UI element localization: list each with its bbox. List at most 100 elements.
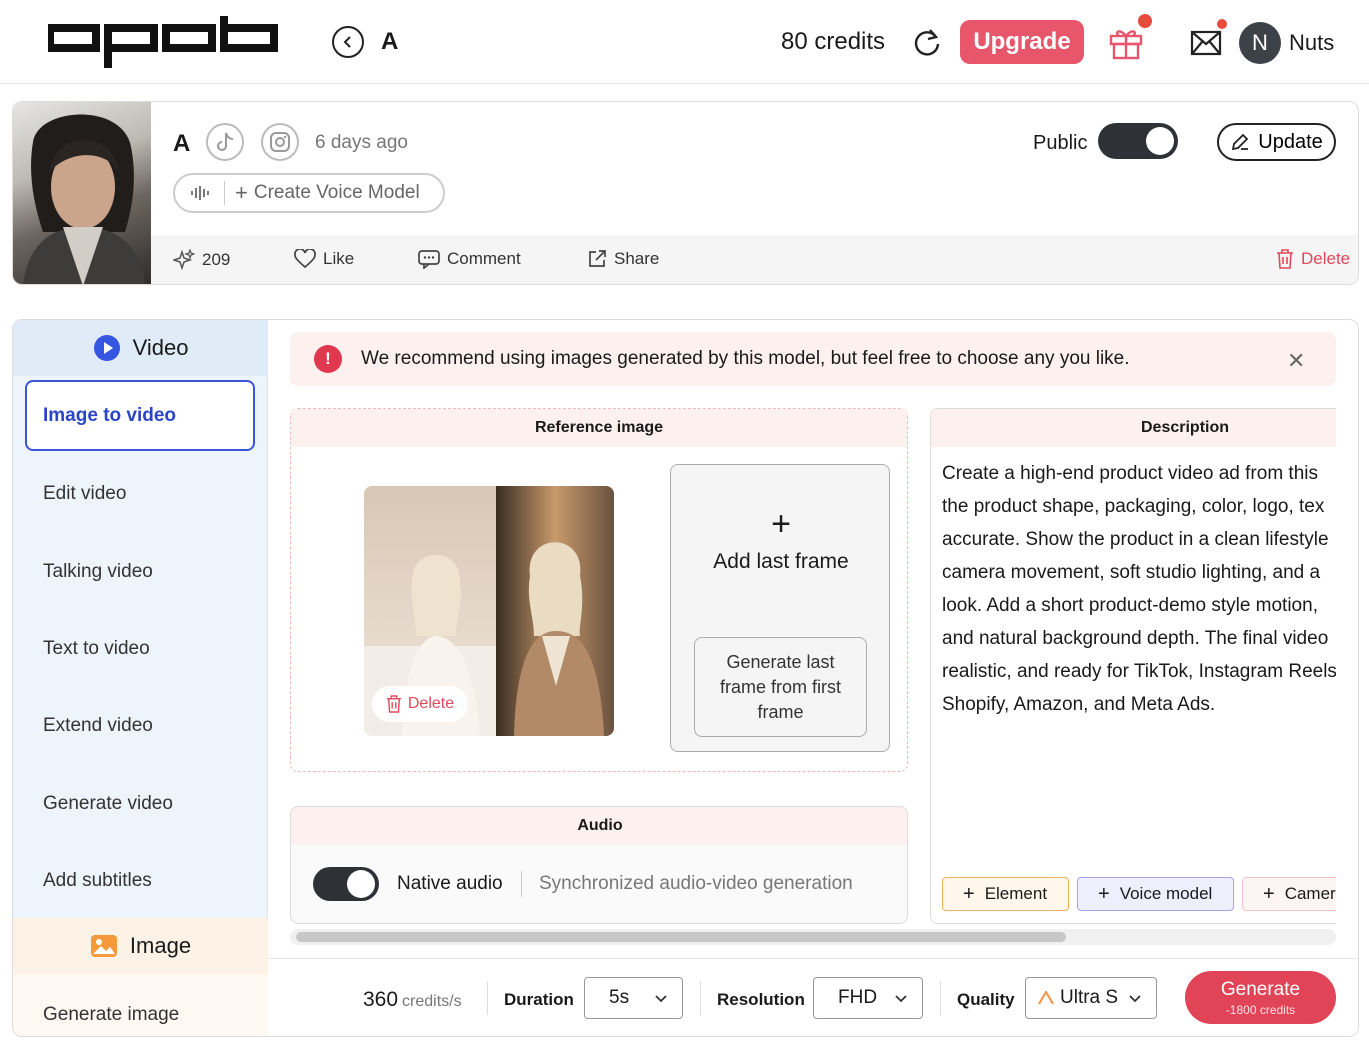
- sidebar-item-generate-video[interactable]: Generate video: [43, 793, 173, 815]
- instagram-icon: [270, 132, 290, 152]
- description-line: Shopify, Amazon, and Meta Ads.: [942, 694, 1216, 715]
- horizontal-scrollbar[interactable]: [290, 929, 1336, 945]
- app-logo[interactable]: [48, 14, 280, 70]
- page-title: A: [381, 28, 399, 55]
- element-chip[interactable]: + Element: [942, 877, 1069, 911]
- plus-icon: +: [771, 505, 791, 543]
- comment-button[interactable]: Comment: [418, 249, 521, 269]
- description-line: the product shape, packaging, color, log…: [942, 496, 1325, 517]
- sidebar-item-edit-video[interactable]: Edit video: [43, 483, 126, 505]
- description-panel: Description Create a high-end product vi…: [930, 408, 1336, 924]
- description-line: camera movement, soft studio lighting, a…: [942, 562, 1321, 583]
- generation-count: 209: [173, 249, 230, 271]
- camera-chip-label: Camera: [1284, 884, 1336, 903]
- pencil-icon: [1232, 133, 1249, 151]
- divider: [700, 981, 701, 1015]
- quality-value: Ultra S: [1060, 987, 1119, 1008]
- close-icon[interactable]: ✕: [1287, 348, 1305, 374]
- sidebar-item-text-to-video[interactable]: Text to video: [43, 638, 150, 660]
- mail-notification-dot: [1217, 19, 1227, 29]
- heart-icon: [294, 249, 316, 269]
- quality-select[interactable]: Ultra S: [1025, 977, 1157, 1019]
- description-line: realistic, and ready for TikTok, Instagr…: [942, 661, 1336, 682]
- native-audio-label: Native audio: [397, 873, 503, 894]
- add-last-frame-box[interactable]: + Add last frame Generate last frame fro…: [670, 464, 890, 752]
- reference-image-thumbnail[interactable]: Delete: [364, 486, 614, 736]
- reference-delete-button[interactable]: Delete: [372, 686, 468, 722]
- update-label: Update: [1258, 130, 1323, 153]
- created-time: 6 days ago: [315, 132, 408, 153]
- sidebar-item-talking-video[interactable]: Talking video: [43, 561, 153, 583]
- model-profile-card: A 6 days ago +Create Voice Model Public: [12, 101, 1359, 285]
- share-icon: [589, 250, 606, 267]
- camera-chip[interactable]: + Camera: [1242, 877, 1336, 911]
- refresh-icon[interactable]: [912, 27, 942, 57]
- video-play-icon: [93, 335, 120, 361]
- tiktok-link[interactable]: [206, 123, 244, 161]
- model-name: A: [173, 130, 191, 157]
- video-heading-label: Video: [132, 335, 189, 360]
- like-button[interactable]: Like: [294, 249, 354, 269]
- chevron-down-icon: [1129, 995, 1141, 1003]
- description-line: accurate. Show the product in a clean li…: [942, 529, 1329, 550]
- like-label: Like: [323, 249, 355, 268]
- description-heading: Description: [931, 409, 1336, 447]
- generate-button[interactable]: Generate -1800 credits: [1185, 971, 1336, 1024]
- share-button[interactable]: Share: [587, 249, 659, 269]
- generate-last-frame-button[interactable]: Generate last frame from first frame: [694, 637, 867, 737]
- chevron-left-icon: [343, 36, 351, 48]
- video-section-heading: Video: [13, 320, 268, 376]
- voice-model-chip[interactable]: + Voice model: [1077, 877, 1234, 911]
- gift-notification-dot: [1138, 14, 1152, 28]
- sidebar-item-add-subtitles[interactable]: Add subtitles: [43, 870, 152, 892]
- sidebar-item-image-to-video[interactable]: Image to video: [25, 380, 255, 451]
- trash-icon: [1277, 249, 1293, 269]
- audio-divider: [521, 871, 522, 897]
- public-toggle[interactable]: [1098, 123, 1178, 159]
- user-avatar[interactable]: N: [1239, 22, 1281, 64]
- divider: [487, 981, 488, 1015]
- voice-model-chip-label: Voice model: [1119, 884, 1213, 903]
- scrollbar-thumb[interactable]: [296, 932, 1066, 942]
- description-line: and natural background depth. The final …: [942, 628, 1329, 649]
- delete-label: Delete: [1301, 249, 1351, 268]
- update-button[interactable]: Update: [1217, 123, 1336, 161]
- native-audio-description: Synchronized audio-video generation: [539, 873, 853, 894]
- resolution-value: FHD: [838, 987, 878, 1008]
- alert-text: We recommend using images generated by t…: [361, 348, 1130, 369]
- mail-icon[interactable]: [1190, 30, 1222, 56]
- duration-select[interactable]: 5s: [584, 977, 683, 1019]
- delete-model-button[interactable]: Delete: [1276, 249, 1350, 269]
- native-audio-toggle[interactable]: [313, 867, 379, 901]
- tiktok-icon: [217, 132, 234, 151]
- description-line: look. Add a short product-demo style mot…: [942, 595, 1318, 616]
- divider: [940, 981, 941, 1015]
- reference-image-heading: Reference image: [291, 409, 907, 447]
- generate-cost: -1800 credits: [1225, 1002, 1296, 1017]
- sidebar-item-extend-video[interactable]: Extend video: [43, 715, 153, 737]
- user-name[interactable]: Nuts: [1289, 30, 1334, 56]
- back-button[interactable]: [332, 26, 364, 58]
- create-voice-model-label: Create Voice Model: [253, 182, 420, 203]
- instagram-link[interactable]: [261, 123, 299, 161]
- sidebar-item-generate-image[interactable]: Generate image: [43, 1004, 179, 1026]
- description-textarea[interactable]: Create a high-end product video ad from …: [942, 457, 1336, 721]
- plus-icon: +: [235, 180, 248, 205]
- gift-icon[interactable]: [1108, 24, 1144, 60]
- create-voice-model-button[interactable]: + Create Voice Model: [173, 173, 445, 213]
- duration-label: Duration: [504, 990, 574, 1009]
- sparkle-icon: [173, 249, 195, 271]
- reference-image-panel: Reference image Delete + Add last frame …: [290, 408, 908, 772]
- plus-icon: +: [1263, 882, 1275, 905]
- image-heading-label: Image: [129, 933, 192, 958]
- generation-count-value: 209: [202, 250, 231, 269]
- comment-label: Comment: [447, 249, 521, 268]
- generation-settings-bar: 360 credits/s Duration 5s Resolution FHD …: [268, 958, 1358, 1036]
- credit-rate: 360 credits/s: [363, 988, 462, 1012]
- generate-label: Generate: [1220, 978, 1301, 1000]
- trash-icon: [386, 695, 401, 713]
- credit-rate-value: 360: [363, 988, 399, 1011]
- resolution-select[interactable]: FHD: [813, 977, 923, 1019]
- reference-delete-label: Delete: [407, 695, 455, 712]
- upgrade-button[interactable]: Upgrade: [960, 20, 1084, 64]
